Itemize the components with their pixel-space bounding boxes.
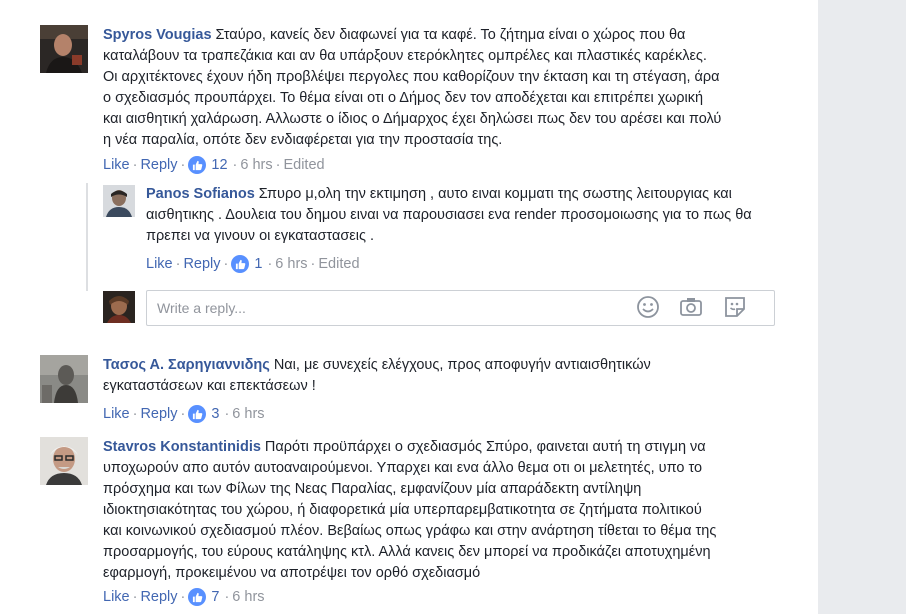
thumbs-up-icon[interactable] [188, 156, 207, 174]
comment-body: Τασος Α. Σαρηγιαννιδης Ναι, με συνεχείς ε… [103, 355, 723, 397]
separator: · [223, 256, 229, 272]
separator: · [275, 157, 281, 173]
comment-author[interactable]: Τασος Α. Σαρηγιαννιδης [103, 357, 270, 373]
reply-thread-line [86, 183, 88, 291]
separator: · [132, 589, 138, 605]
reply-link[interactable]: Reply [140, 404, 177, 424]
like-link[interactable]: Like [103, 404, 130, 424]
separator: · [224, 589, 230, 605]
like-count[interactable]: 1 [254, 254, 262, 274]
separator: · [132, 406, 138, 422]
current-user-avatar [103, 291, 135, 323]
separator: · [180, 406, 186, 422]
comments-panel: Spyros Vougias Σταύρο, κανείς δεν διαφωνε… [0, 0, 818, 614]
comment-actions: Like · Reply · 7 · 6 hrs [103, 587, 265, 607]
edited-label[interactable]: Edited [283, 155, 324, 175]
separator: · [224, 406, 230, 422]
timestamp[interactable]: 6 hrs [275, 254, 307, 274]
reply-input[interactable] [155, 297, 619, 319]
like-link[interactable]: Like [146, 254, 173, 274]
reply-link[interactable]: Reply [183, 254, 220, 274]
like-count[interactable]: 3 [211, 404, 219, 424]
comment-author[interactable]: Spyros Vougias [103, 27, 212, 43]
comment-body: Spyros Vougias Σταύρο, κανείς δεν διαφωνε… [103, 25, 723, 151]
like-link[interactable]: Like [103, 155, 130, 175]
edited-label[interactable]: Edited [318, 254, 359, 274]
comment-body: Stavros Konstantinidis Παρότι προϋπάρχει … [103, 437, 723, 584]
comment-author[interactable]: Panos Sofianos [146, 186, 255, 202]
reply-link[interactable]: Reply [140, 587, 177, 607]
separator: · [175, 256, 181, 272]
separator: · [267, 256, 273, 272]
timestamp[interactable]: 6 hrs [232, 404, 264, 424]
sticker-icon[interactable] [722, 294, 748, 320]
like-count[interactable]: 12 [211, 155, 227, 175]
avatar[interactable] [103, 185, 135, 217]
avatar[interactable] [40, 437, 88, 485]
separator: · [132, 157, 138, 173]
reply-box[interactable] [146, 290, 775, 326]
comment-body: Panos Sofianos Σπυρο μ,ολη την εκτιμηση ,… [146, 184, 776, 247]
avatar[interactable] [40, 25, 88, 73]
comment-text: Παρότι προϋπάρχει ο σχεδιασμός Σπύρο, φα… [103, 439, 717, 581]
timestamp[interactable]: 6 hrs [240, 155, 272, 175]
camera-icon[interactable] [678, 294, 704, 320]
thumbs-up-icon[interactable] [188, 588, 207, 606]
comment-actions: Like · Reply · 3 · 6 hrs [103, 404, 265, 424]
separator: · [180, 589, 186, 605]
like-count[interactable]: 7 [211, 587, 219, 607]
comment-actions: Like · Reply · 1 · 6 hrs · Edited [146, 254, 360, 274]
like-link[interactable]: Like [103, 587, 130, 607]
avatar[interactable] [40, 355, 88, 403]
separator: · [180, 157, 186, 173]
separator: · [310, 256, 316, 272]
emoji-icon[interactable] [635, 294, 661, 320]
timestamp[interactable]: 6 hrs [232, 587, 264, 607]
thumbs-up-icon[interactable] [231, 255, 250, 273]
reply-link[interactable]: Reply [140, 155, 177, 175]
comment-author[interactable]: Stavros Konstantinidis [103, 439, 261, 455]
comment-text: Σταύρο, κανείς δεν διαφωνεί για τα καφέ.… [103, 27, 722, 148]
comment-actions: Like · Reply · 12 · 6 hrs · Edited [103, 155, 325, 175]
separator: · [232, 157, 238, 173]
thumbs-up-icon[interactable] [188, 405, 207, 423]
